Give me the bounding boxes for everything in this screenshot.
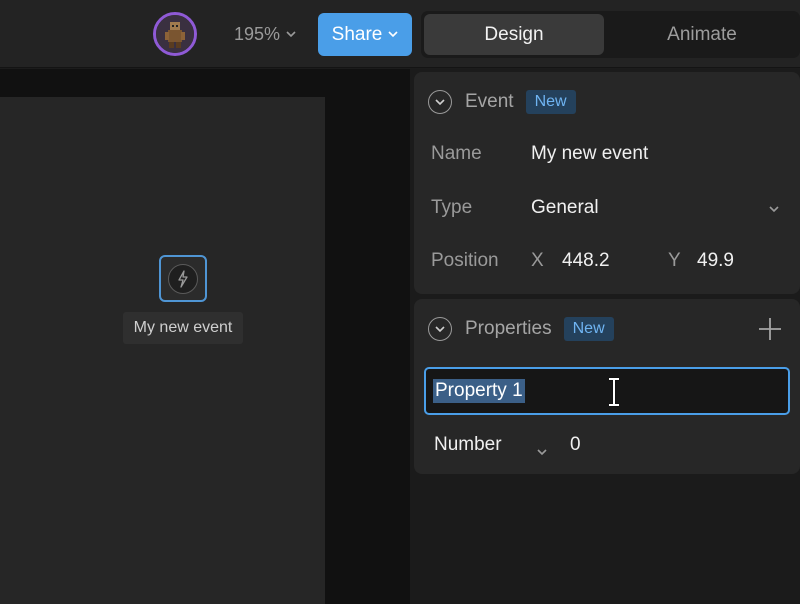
x-field[interactable]: 448.2 bbox=[562, 250, 610, 272]
x-label: X bbox=[531, 250, 544, 271]
property-name-text: Property 1 bbox=[433, 379, 525, 403]
type-label: Type bbox=[431, 197, 473, 218]
event-node[interactable] bbox=[159, 255, 207, 302]
type-select[interactable]: General bbox=[531, 197, 599, 219]
chevron-down-icon bbox=[388, 29, 398, 41]
properties-section-header[interactable]: Properties New bbox=[428, 317, 614, 341]
chevron-down-icon[interactable] bbox=[769, 200, 779, 218]
name-field[interactable]: My new event bbox=[531, 143, 648, 165]
new-badge: New bbox=[525, 90, 576, 114]
lightning-icon bbox=[168, 263, 198, 294]
tab-design[interactable]: Design bbox=[424, 14, 604, 55]
properties-section: Properties New Property 1 Number 0 bbox=[414, 299, 800, 474]
chevron-down-icon bbox=[286, 29, 296, 41]
event-node-label: My new event bbox=[123, 312, 243, 344]
collapse-icon[interactable] bbox=[428, 317, 452, 341]
mode-tabs: Design Animate bbox=[421, 11, 800, 58]
event-section: Event New Name My new event Type General… bbox=[414, 72, 800, 294]
new-badge: New bbox=[563, 317, 614, 341]
collapse-icon[interactable] bbox=[428, 90, 452, 114]
share-button[interactable]: Share bbox=[318, 13, 412, 56]
top-toolbar: 195% Share Design Animate bbox=[0, 0, 800, 68]
property-value-field[interactable]: 0 bbox=[570, 434, 581, 456]
y-field[interactable]: 49.9 bbox=[697, 250, 734, 272]
inspector-panel: Event New Name My new event Type General… bbox=[410, 69, 800, 604]
avatar-icon[interactable] bbox=[153, 12, 197, 56]
name-label: Name bbox=[431, 143, 482, 164]
y-label: Y bbox=[668, 250, 681, 271]
properties-section-title: Properties bbox=[465, 318, 552, 339]
share-label: Share bbox=[331, 23, 383, 45]
property-type-row: Number 0 bbox=[434, 434, 581, 456]
event-section-title: Event bbox=[465, 91, 514, 112]
property-type-select[interactable]: Number bbox=[434, 434, 502, 456]
artboard[interactable] bbox=[0, 97, 325, 604]
tab-animate[interactable]: Animate bbox=[607, 14, 797, 55]
zoom-dropdown[interactable]: 195% bbox=[234, 24, 296, 45]
chevron-down-icon[interactable] bbox=[537, 440, 547, 462]
text-cursor-icon bbox=[606, 377, 622, 412]
event-section-header[interactable]: Event New bbox=[428, 90, 576, 114]
plus-icon[interactable] bbox=[757, 316, 783, 342]
zoom-value: 195% bbox=[234, 24, 281, 44]
position-label: Position bbox=[431, 250, 499, 271]
property-name-input[interactable]: Property 1 bbox=[424, 367, 790, 415]
